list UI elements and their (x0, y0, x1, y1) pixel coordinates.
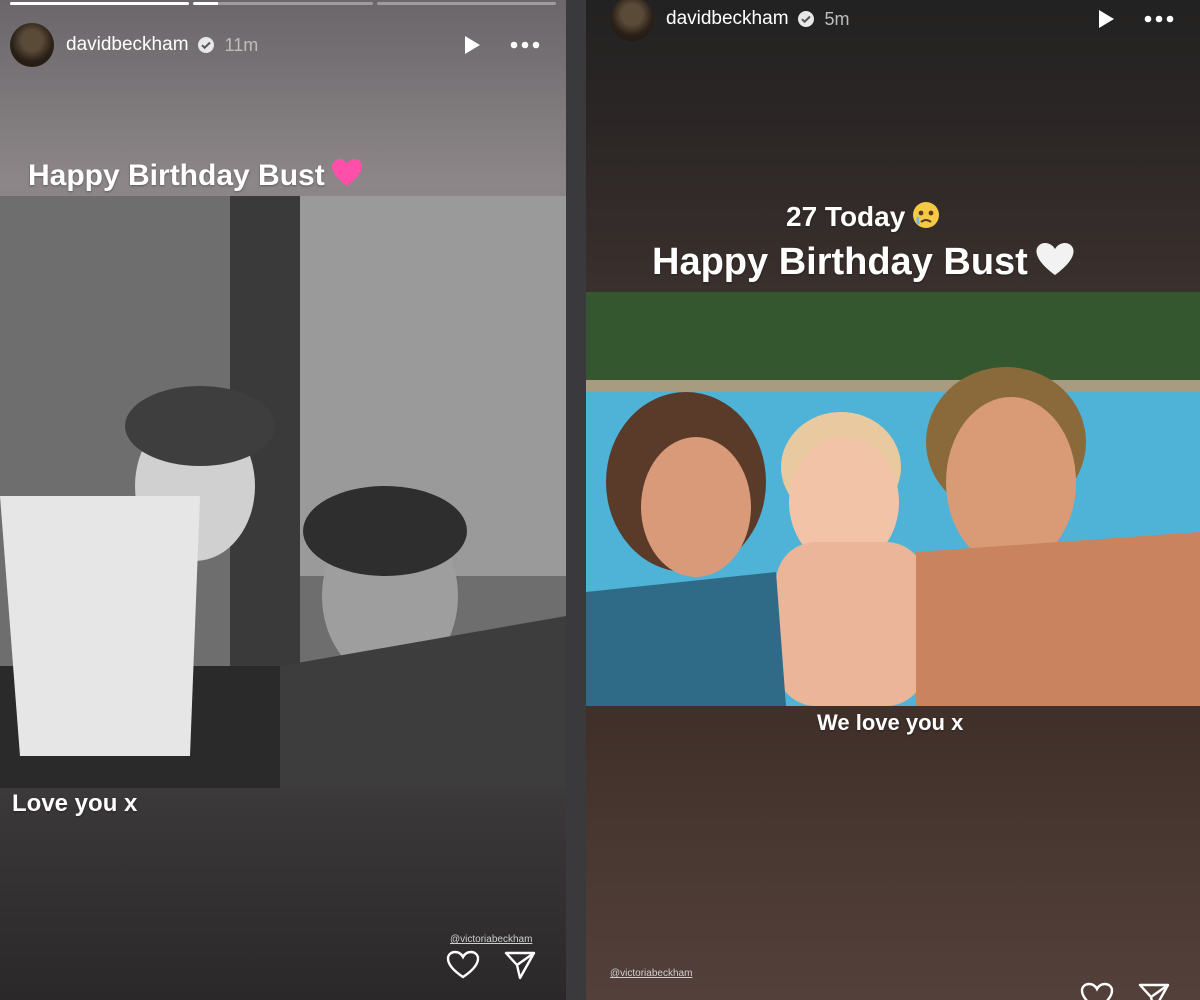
send-icon[interactable] (504, 950, 536, 985)
story-progress-bar (10, 2, 556, 5)
story-divider (566, 0, 586, 1000)
pink-heart-emoji (331, 158, 363, 196)
heart-outline-icon[interactable] (1080, 982, 1114, 1000)
caption-text: Happy Birthday Bust (652, 241, 1028, 284)
more-options-icon[interactable] (1144, 15, 1174, 23)
username[interactable]: davidbeckham (66, 34, 189, 56)
story-actions (1080, 982, 1170, 1000)
story-actions (446, 950, 536, 985)
caption-text: Happy Birthday Bust (28, 158, 325, 192)
story-photo (0, 196, 566, 788)
story-panel-right[interactable]: davidbeckham 5m 27 Today Happy Birthday … (586, 0, 1200, 1000)
progress-segment (10, 2, 190, 5)
progress-segment (193, 2, 373, 5)
white-heart-emoji (1034, 240, 1076, 288)
verified-badge-icon (797, 10, 815, 28)
post-time: 11m (224, 34, 259, 55)
story-photo (586, 292, 1200, 706)
story-header: davidbeckham 11m (10, 22, 566, 68)
mention-link[interactable]: @victoriabeckham (450, 934, 532, 945)
caption-bottom: We love you x (817, 710, 964, 735)
caption-line-2: Happy Birthday Bust (652, 240, 1076, 288)
post-time: 5m (824, 8, 850, 29)
teary-face-emoji (911, 200, 941, 237)
verified-badge-icon (197, 36, 215, 54)
play-icon[interactable] (1096, 8, 1116, 30)
avatar[interactable] (610, 0, 654, 41)
send-icon[interactable] (1138, 982, 1170, 1000)
caption-line-1: 27 Today (786, 200, 941, 237)
heart-outline-icon[interactable] (446, 950, 480, 985)
caption-text: 27 Today (786, 200, 906, 232)
more-options-icon[interactable] (510, 41, 540, 49)
caption-bottom: Love you x (12, 790, 138, 817)
username[interactable]: davidbeckham (666, 8, 789, 30)
story-controls (462, 34, 540, 56)
play-icon[interactable] (462, 34, 482, 56)
story-controls (1096, 8, 1174, 30)
story-header: davidbeckham 5m (610, 0, 1200, 42)
story-panel-left[interactable]: davidbeckham 11m Happy Birthday Bust Lov… (0, 0, 566, 1000)
progress-segment (376, 2, 556, 5)
avatar[interactable] (10, 23, 54, 67)
mention-link[interactable]: @victoriabeckham (610, 968, 692, 979)
caption-top: Happy Birthday Bust (28, 158, 363, 196)
